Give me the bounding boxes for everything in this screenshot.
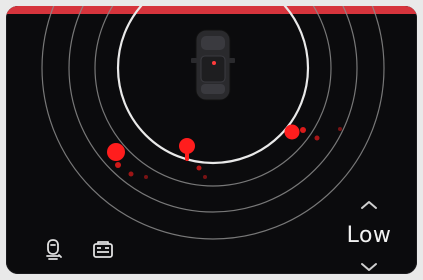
camera-view-button[interactable]	[86, 234, 120, 268]
decrease-sensitivity-button[interactable]	[359, 260, 379, 272]
detection-right	[284, 124, 342, 141]
detection-left	[107, 143, 148, 179]
sensitivity-level-value: Low	[346, 222, 392, 248]
driver-assist-button[interactable]	[36, 234, 70, 268]
parking-sensor-screen: Low	[6, 6, 417, 274]
driver-assist-icon	[40, 236, 66, 266]
chevron-down-icon	[360, 257, 378, 275]
chevron-up-icon	[360, 195, 378, 214]
increase-sensitivity-button[interactable]	[359, 198, 379, 210]
sensitivity-control: Low	[339, 198, 399, 272]
car-top-view	[191, 29, 235, 101]
camera-view-icon	[90, 236, 116, 266]
